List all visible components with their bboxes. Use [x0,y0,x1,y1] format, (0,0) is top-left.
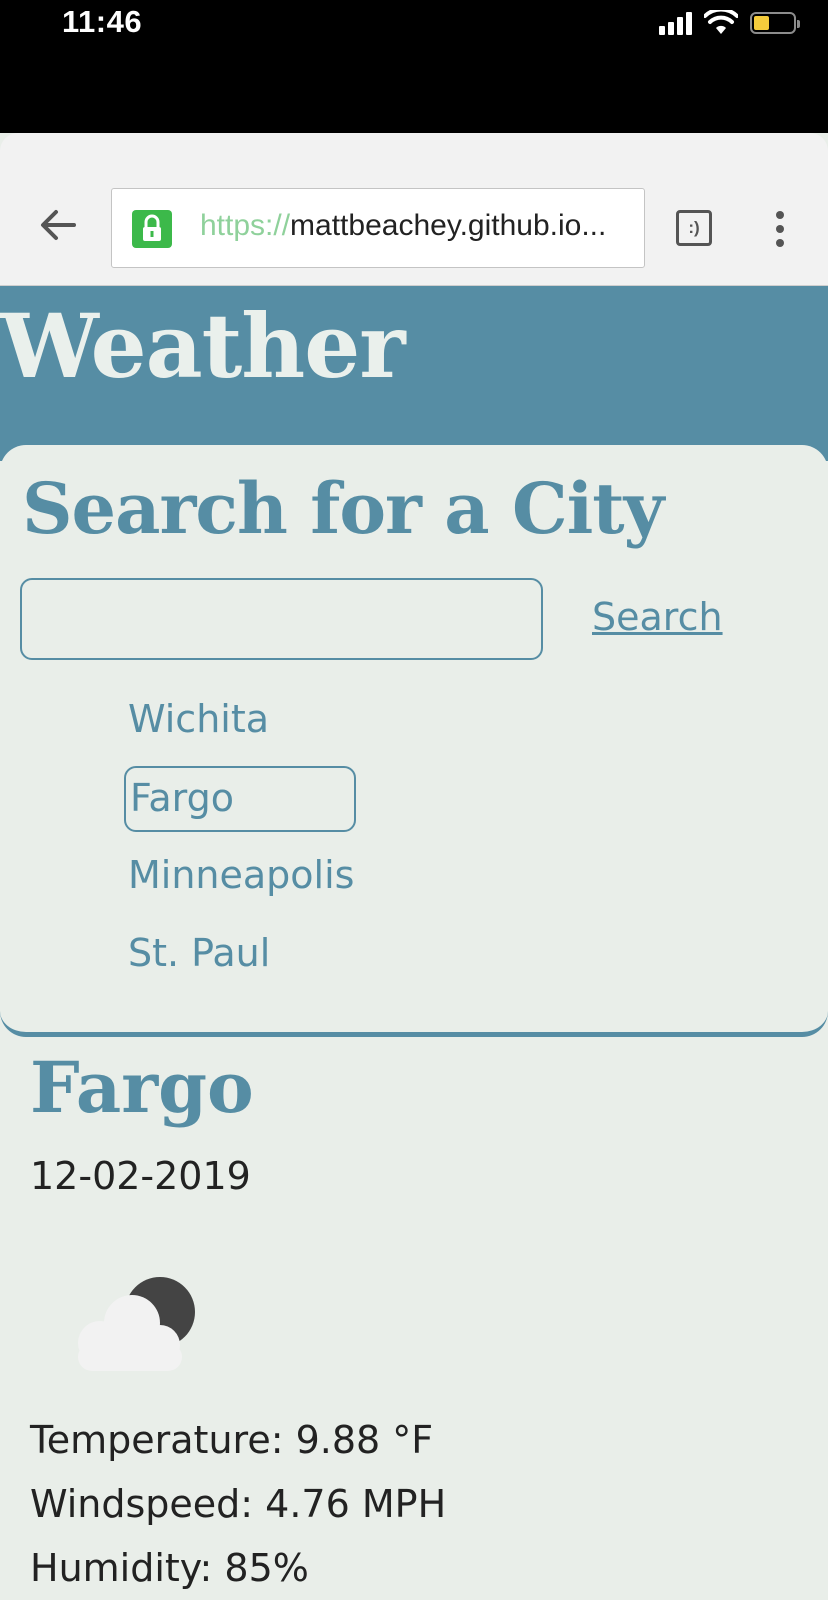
search-panel: Search for a City Search Wichita Fargo M… [0,445,828,1037]
status-bar: 11:46 [0,0,828,133]
city-item-minneapolis[interactable]: Minneapolis [124,844,356,910]
page-header: Weather [0,286,828,461]
cellular-signal-icon [659,11,692,35]
url-host: mattbeachey.github.io... [290,209,607,242]
browser-toolbar: https://mattbeachey.github.io... :) [0,133,828,286]
city-search-input[interactable] [20,578,543,660]
url-text: https://mattbeachey.github.io... [200,209,640,243]
back-arrow-icon[interactable] [36,203,80,247]
result-city-name: Fargo [30,1046,254,1129]
city-item-wichita[interactable]: Wichita [124,688,356,754]
url-scheme: https:// [200,209,291,242]
result-date: 12-02-2019 [30,1154,251,1198]
wifi-icon [704,10,738,34]
tab-switcher-button[interactable]: :) [676,210,712,246]
windspeed-reading: Windspeed: 4.76 MPH [30,1482,447,1526]
status-time: 11:46 [62,4,143,39]
address-bar[interactable]: https://mattbeachey.github.io... [111,188,645,268]
battery-icon [750,12,800,34]
search-title: Search for a City [22,467,664,550]
status-icons [659,8,800,38]
temperature-reading: Temperature: 9.88 °F [30,1418,434,1462]
humidity-reading: Humidity: 85% [30,1546,309,1590]
page-title: Weather [0,294,406,398]
overflow-menu-icon[interactable] [774,211,786,251]
city-item-fargo[interactable]: Fargo [124,766,356,832]
city-item-st-paul[interactable]: St. Paul [124,922,356,988]
city-history-list: Wichita Fargo Minneapolis St. Paul [124,688,356,1000]
lock-icon [132,210,172,248]
partly-cloudy-night-icon [78,1277,195,1371]
battery-level [754,16,769,30]
search-button[interactable]: Search [592,595,723,639]
